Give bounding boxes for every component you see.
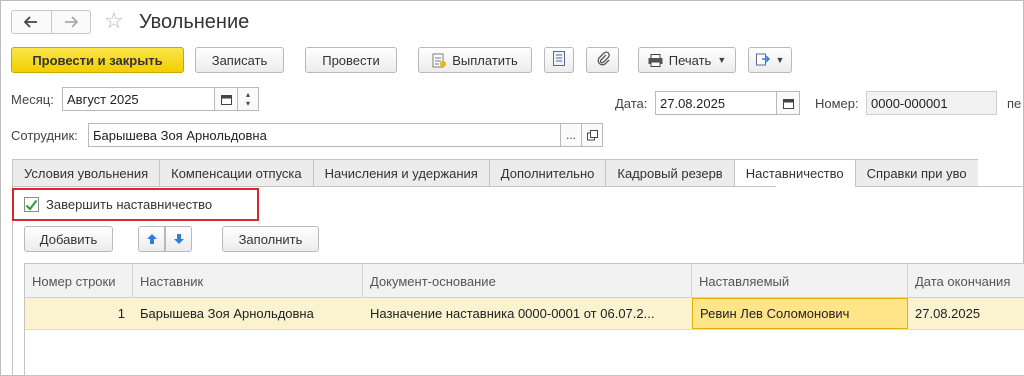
chevron-down-icon: ▼ bbox=[775, 55, 785, 65]
cell-row-number[interactable]: 1 bbox=[25, 298, 133, 329]
back-arrow-icon[interactable] bbox=[12, 11, 51, 33]
column-header-row-number[interactable]: Номер строки bbox=[25, 264, 133, 298]
spin-icon[interactable]: ▴ ▾ bbox=[237, 87, 259, 111]
month-label: Месяц: bbox=[11, 92, 54, 107]
printer-icon bbox=[648, 53, 663, 67]
employee-field[interactable]: Барышева Зоя Арнольдовна bbox=[88, 123, 561, 147]
tab-accruals-deductions[interactable]: Начисления и удержания bbox=[312, 159, 489, 187]
tab-certificates[interactable]: Справки при уво bbox=[854, 159, 978, 187]
arrow-up-icon bbox=[146, 234, 157, 244]
cell-mentee[interactable]: Ревин Лев Соломонович bbox=[692, 298, 908, 329]
employee-label: Сотрудник: bbox=[11, 128, 78, 143]
column-header-basis-document[interactable]: Документ-основание bbox=[363, 264, 692, 298]
column-header-mentee[interactable]: Наставляемый bbox=[692, 264, 908, 298]
attach-button[interactable] bbox=[586, 47, 619, 73]
cell-basis-document[interactable]: Назначение наставника 0000-0001 от 06.07… bbox=[363, 298, 692, 329]
tab-divider bbox=[12, 186, 776, 187]
tab-vacation-compensation[interactable]: Компенсации отпуска bbox=[159, 159, 313, 187]
cell-mentor[interactable]: Барышева Зоя Арнольдовна bbox=[133, 298, 363, 329]
calendar-icon[interactable] bbox=[214, 87, 238, 111]
post-and-close-button[interactable]: Провести и закрыть bbox=[11, 47, 184, 73]
export-icon bbox=[755, 52, 770, 69]
month-field[interactable]: Август 2025 bbox=[62, 87, 215, 111]
navigation-buttons bbox=[11, 10, 91, 34]
finish-mentorship-label[interactable]: Завершить наставничество bbox=[46, 197, 212, 213]
export-button[interactable]: ▼ bbox=[748, 47, 792, 73]
date-label: Дата: bbox=[615, 96, 648, 111]
number-field[interactable]: 0000-000001 bbox=[866, 91, 997, 115]
arrow-down-icon bbox=[173, 234, 184, 244]
list-button[interactable] bbox=[544, 47, 574, 73]
table-row[interactable]: 1 Барышева Зоя Арнольдовна Назначение на… bbox=[25, 298, 1024, 330]
fill-button[interactable]: Заполнить bbox=[222, 226, 319, 252]
print-button[interactable]: Печать ▼ bbox=[638, 47, 736, 73]
tab-mentorship[interactable]: Наставничество bbox=[733, 159, 855, 187]
list-icon bbox=[553, 51, 565, 69]
tab-additional[interactable]: Дополнительно bbox=[488, 159, 606, 187]
print-button-label: Печать bbox=[668, 52, 712, 68]
move-up-button[interactable] bbox=[138, 226, 165, 252]
tab-dismissal-conditions[interactable]: Условия увольнения bbox=[12, 159, 160, 187]
pay-button[interactable]: Выплатить bbox=[418, 47, 532, 73]
pay-button-label: Выплатить bbox=[452, 52, 518, 68]
star-icon[interactable]: ☆ bbox=[104, 9, 124, 33]
add-button[interactable]: Добавить bbox=[24, 226, 113, 252]
finish-mentorship-checkbox[interactable] bbox=[24, 197, 39, 212]
choice-button[interactable]: ... bbox=[560, 123, 582, 147]
chevron-down-icon: ▼ bbox=[717, 55, 727, 65]
page-title: Увольнение bbox=[139, 11, 250, 33]
tab-personnel-reserve[interactable]: Кадровый резерв bbox=[605, 159, 734, 187]
date-field[interactable]: 27.08.2025 bbox=[655, 91, 777, 115]
column-header-mentor[interactable]: Наставник bbox=[133, 264, 363, 298]
mentorship-table: Номер строки Наставник Документ-основани… bbox=[24, 263, 1024, 376]
post-button[interactable]: Провести bbox=[305, 47, 397, 73]
paperclip-icon bbox=[596, 51, 610, 69]
column-header-end-date[interactable]: Дата окончания bbox=[908, 264, 1024, 298]
table-header: Номер строки Наставник Документ-основани… bbox=[25, 264, 1024, 298]
forward-arrow-icon[interactable] bbox=[50, 11, 91, 33]
tab-strip: Условия увольнения Компенсации отпуска Н… bbox=[12, 159, 978, 187]
document-pay-icon bbox=[432, 53, 447, 68]
cell-end-date[interactable]: 27.08.2025 bbox=[908, 298, 1024, 329]
move-down-button[interactable] bbox=[165, 226, 192, 252]
tab-divider bbox=[901, 186, 1024, 187]
number-label: Номер: bbox=[815, 96, 859, 111]
save-button[interactable]: Записать bbox=[195, 47, 284, 73]
number-tail-label: пе bbox=[1007, 96, 1022, 111]
calendar-icon[interactable] bbox=[776, 91, 800, 115]
checkmark-icon bbox=[25, 199, 38, 211]
open-form-icon[interactable] bbox=[581, 123, 603, 147]
